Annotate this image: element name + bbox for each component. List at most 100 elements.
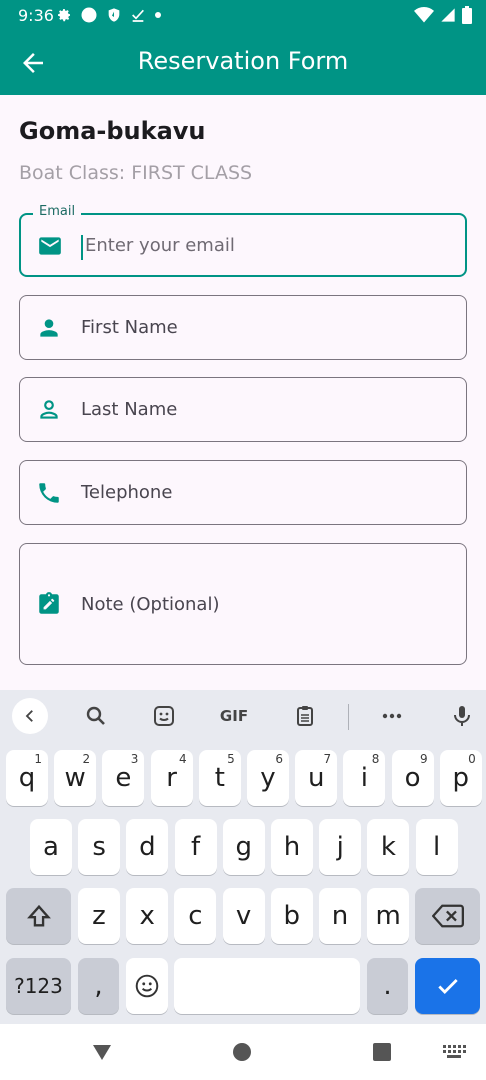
key-t[interactable]: t5 [198, 750, 241, 806]
clipboard-button[interactable] [289, 700, 321, 732]
key-g[interactable]: g [222, 819, 265, 875]
key-label: i [360, 763, 368, 793]
last-name-field[interactable]: Last Name [19, 377, 467, 442]
key-label: n [331, 901, 349, 931]
key-label: t [214, 763, 225, 793]
keyboard-search-button[interactable] [80, 700, 112, 732]
search-icon [86, 706, 105, 725]
page-title: Reservation Form [137, 47, 349, 75]
key-p[interactable]: p0 [439, 750, 482, 806]
wifi-icon [414, 7, 434, 23]
voice-input-button[interactable] [446, 700, 478, 732]
comma-key-label: , [94, 971, 103, 1001]
key-label: p [452, 763, 470, 793]
key-label: z [92, 901, 106, 931]
key-b[interactable]: b [270, 888, 313, 944]
key-hint: 9 [419, 752, 428, 766]
key-i[interactable]: i8 [343, 750, 386, 806]
key-label: s [92, 832, 106, 862]
comma-key[interactable]: , [78, 958, 119, 1014]
keyboard-switch-icon[interactable] [442, 1044, 466, 1060]
key-h[interactable]: h [271, 819, 313, 875]
person-outline-icon [40, 400, 58, 419]
soft-keyboard: GIF ?123 , . q1w2e3r4t5y6u7i8o9p0asdfghj… [0, 690, 486, 1024]
key-k[interactable]: k [367, 819, 410, 875]
recents-square-icon[interactable] [372, 1042, 392, 1062]
key-a[interactable]: a [30, 819, 72, 875]
key-hint: 5 [227, 752, 235, 766]
key-hint: 1 [34, 752, 42, 766]
app-bar: Reservation Form [0, 30, 486, 95]
key-d[interactable]: d [126, 819, 169, 875]
collapse-toolbar-button[interactable] [12, 698, 48, 734]
key-hint: 7 [323, 752, 332, 766]
key-label: d [139, 832, 156, 862]
key-u[interactable]: u7 [295, 750, 338, 806]
toolbar-divider [348, 704, 349, 730]
key-w[interactable]: w2 [54, 750, 97, 806]
space-bar[interactable] [174, 958, 360, 1014]
key-o[interactable]: o9 [391, 750, 434, 806]
reservation-form-content: Goma-bukavu Boat Class: FIRST CLASS Emai… [0, 95, 486, 690]
key-j[interactable]: j [319, 819, 362, 875]
shield-icon [108, 8, 120, 22]
key-hint: 3 [130, 752, 139, 766]
period-key[interactable]: . [367, 958, 408, 1014]
status-left-icons [56, 6, 162, 24]
key-label: h [283, 832, 301, 862]
key-r[interactable]: r4 [150, 750, 193, 806]
check-icon [437, 979, 458, 994]
key-label: x [139, 901, 155, 931]
text-cursor [81, 235, 83, 260]
battery-icon [462, 6, 472, 24]
key-label: e [115, 763, 132, 793]
back-triangle-icon[interactable] [90, 1040, 114, 1064]
key-q[interactable]: q1 [6, 750, 48, 806]
email-field[interactable]: Email Enter your email [19, 204, 467, 277]
email-label: Email [33, 204, 82, 219]
keyboard-toolbar: GIF [0, 690, 486, 742]
key-hint: 8 [371, 752, 380, 766]
key-s[interactable]: s [78, 819, 121, 875]
key-x[interactable]: x [126, 888, 169, 944]
emoji-key[interactable] [126, 958, 168, 1014]
key-n[interactable]: n [319, 888, 361, 944]
key-z[interactable]: z [78, 888, 120, 944]
key-e[interactable]: e3 [102, 750, 145, 806]
first-name-field[interactable]: First Name [19, 295, 467, 360]
done-key[interactable] [415, 958, 480, 1014]
gif-label: GIF [219, 707, 249, 725]
note-field[interactable]: Note (Optional) [19, 543, 467, 665]
microphone-icon [454, 706, 470, 726]
emoji-icon [135, 974, 159, 998]
backspace-icon [431, 904, 464, 928]
key-label: v [235, 901, 252, 931]
key-label: o [404, 763, 421, 793]
key-l[interactable]: l [415, 819, 458, 875]
key-v[interactable]: v [222, 888, 265, 944]
key-c[interactable]: c [174, 888, 217, 944]
sticker-button[interactable] [148, 700, 180, 732]
key-f[interactable]: f [174, 819, 217, 875]
gif-button[interactable]: GIF [214, 700, 254, 732]
symbols-key[interactable]: ?123 [6, 958, 71, 1014]
email-placeholder: Enter your email [85, 235, 235, 256]
more-options-button[interactable] [376, 700, 408, 732]
period-key-label: . [383, 971, 392, 1001]
shift-icon [26, 904, 51, 927]
backspace-key[interactable] [415, 888, 480, 944]
key-hint: 6 [275, 752, 283, 766]
key-label: c [188, 901, 203, 931]
key-hint: 0 [468, 752, 476, 766]
route-title: Goma-bukavu [19, 117, 206, 145]
telephone-field[interactable]: Telephone [19, 460, 467, 525]
download-check-icon [132, 9, 144, 22]
key-label: u [307, 763, 325, 793]
home-circle-icon[interactable] [232, 1042, 252, 1062]
last-name-placeholder: Last Name [81, 399, 178, 420]
key-hint: 2 [82, 752, 91, 766]
key-y[interactable]: y6 [247, 750, 289, 806]
key-label: q [18, 763, 36, 793]
key-m[interactable]: m [367, 888, 410, 944]
shift-key[interactable] [6, 888, 71, 944]
